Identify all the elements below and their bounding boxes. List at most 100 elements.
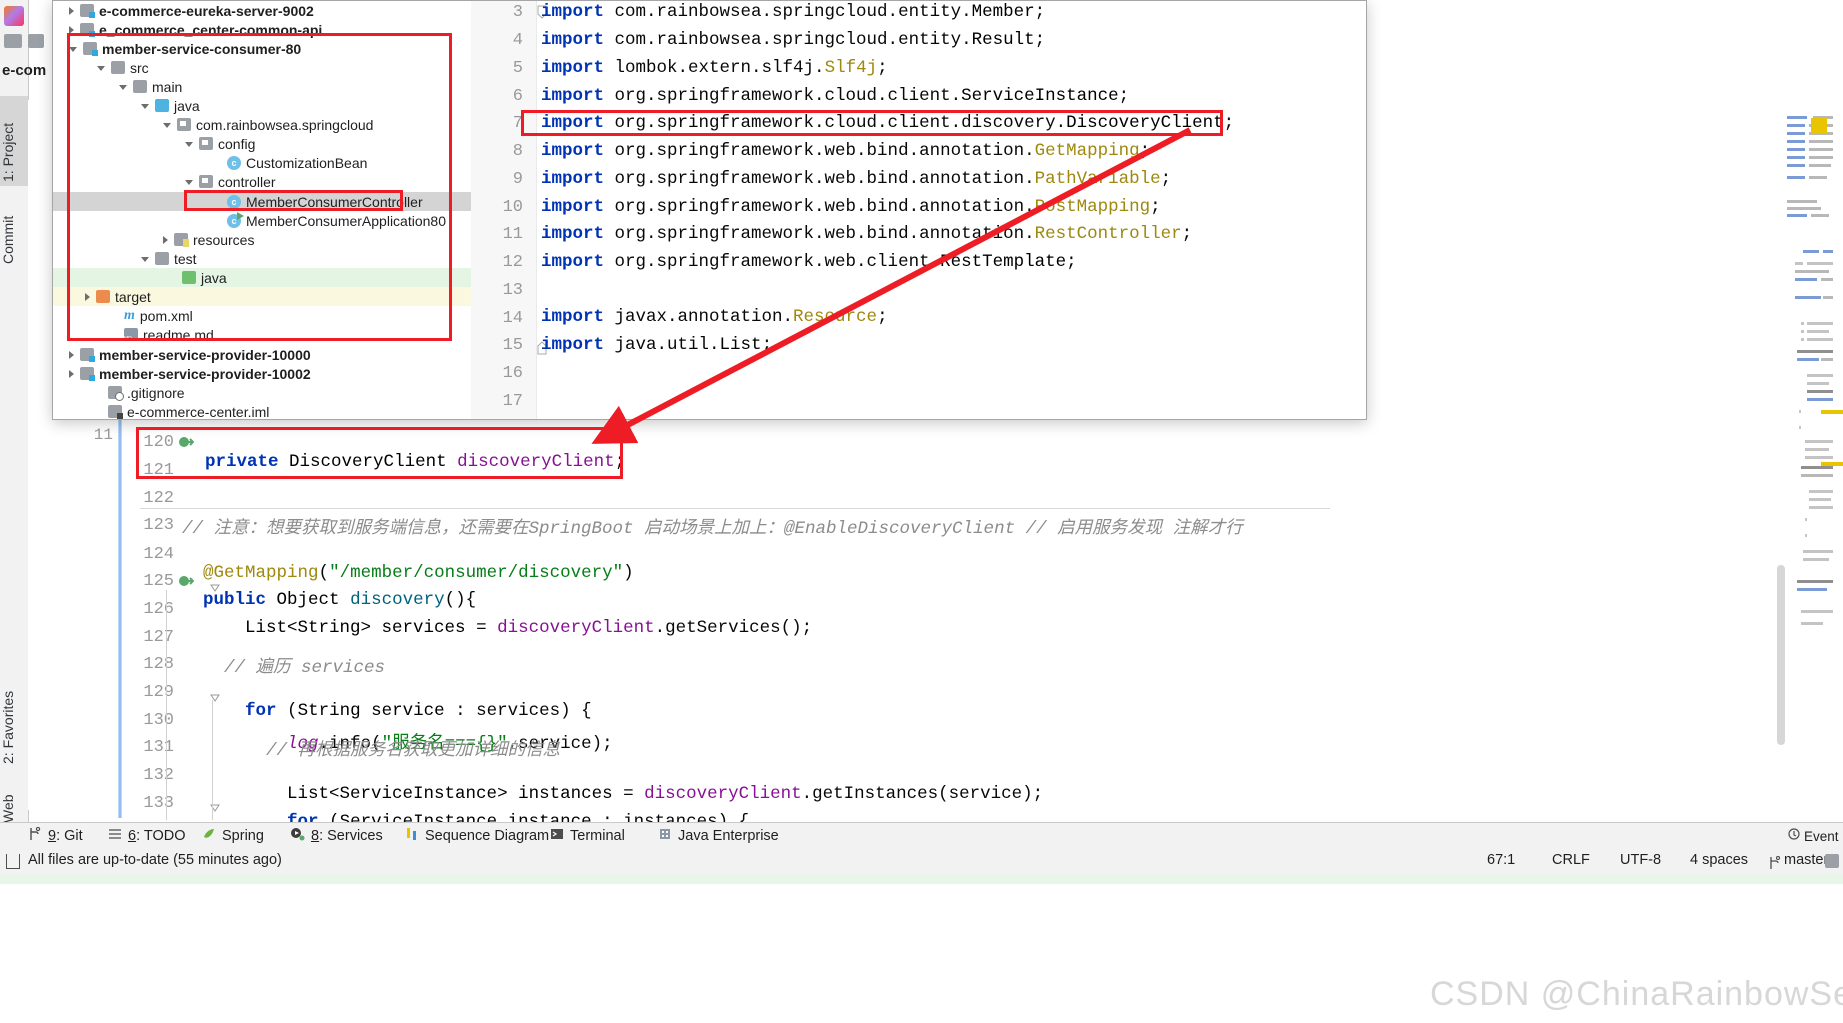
indent-setting[interactable]: 4 spaces xyxy=(1690,852,1748,868)
tree-node-java-main[interactable]: java xyxy=(141,96,200,115)
chevron-down-icon[interactable] xyxy=(185,142,193,147)
bottom-tab-sequence-label: Sequence Diagram xyxy=(425,828,550,844)
open-folder-icon[interactable] xyxy=(4,34,22,48)
tree-node-label: .gitignore xyxy=(127,384,185,401)
chevron-down-icon[interactable] xyxy=(141,257,149,262)
bottom-tab-services[interactable]: 8: Services xyxy=(290,827,383,845)
caret-position[interactable]: 67:1 xyxy=(1487,852,1515,868)
tree-node-label: target xyxy=(115,288,151,305)
chevron-right-icon[interactable] xyxy=(69,25,74,34)
line-separator[interactable]: CRLF xyxy=(1552,852,1590,868)
lock-icon[interactable] xyxy=(1825,854,1839,868)
tree-node-label: java xyxy=(174,97,200,114)
tree-node-controller[interactable]: controller xyxy=(185,172,276,191)
chevron-down-icon[interactable] xyxy=(141,104,149,109)
bottom-tab-spring[interactable]: Spring xyxy=(202,827,264,845)
tree-node-label: e-commerce-center.iml xyxy=(127,403,270,420)
code-comment-line: // 遍历 services xyxy=(140,658,386,678)
popup-line-number: 4 xyxy=(512,31,523,50)
tree-node-member-consumer-controller[interactable]: c MemberConsumerController xyxy=(216,192,423,211)
sidebar-tab-web[interactable]: Web xyxy=(0,775,28,827)
tree-node-package-root[interactable]: com.rainbowsea.springcloud xyxy=(163,115,373,134)
background-line-number: 11 xyxy=(93,426,113,444)
tree-node-label: e_commerce_center-common-api xyxy=(99,21,323,38)
project-tree-panel[interactable]: e-commerce-eureka-server-9002 e_commerce… xyxy=(53,1,471,419)
spring-leaf-icon xyxy=(202,827,216,845)
tree-node-resources[interactable]: resources xyxy=(163,230,254,249)
popup-line-number: 9 xyxy=(512,170,523,189)
git-branch-icon xyxy=(28,826,42,845)
popup-line-number: 6 xyxy=(512,87,523,106)
popup-line-number: 14 xyxy=(502,309,523,328)
tree-node-common-api[interactable]: e_commerce_center-common-api xyxy=(69,20,322,39)
chevron-down-icon[interactable] xyxy=(119,85,127,90)
java-runnable-class-icon: c xyxy=(227,211,244,228)
tree-node-provider-10002[interactable]: member-service-provider-10002 xyxy=(69,364,311,383)
popup-code-line: import org.springframework.web.bind.anno… xyxy=(541,224,1193,244)
tree-node-iml[interactable]: e-commerce-center.iml xyxy=(97,402,270,420)
tree-node-eureka-server[interactable]: e-commerce-eureka-server-9002 xyxy=(69,1,314,20)
tree-node-gitignore[interactable]: .gitignore xyxy=(97,383,185,402)
popup-code-line: import java.util.List; xyxy=(541,335,773,355)
tree-node-main[interactable]: main xyxy=(119,77,182,96)
tree-node-java-test[interactable]: java xyxy=(171,268,227,287)
popup-line-number: 16 xyxy=(502,364,523,383)
bottom-tab-git[interactable]: 9: Git xyxy=(28,826,83,845)
chevron-right-icon[interactable] xyxy=(69,369,74,378)
tree-node-test[interactable]: test xyxy=(141,249,197,268)
sidebar-tab-project[interactable]: 1: Project xyxy=(0,96,28,186)
tree-node-provider-10000[interactable]: member-service-provider-10000 xyxy=(69,345,311,364)
chevron-down-icon[interactable] xyxy=(97,66,105,71)
bottom-tab-terminal[interactable]: Terminal xyxy=(550,827,625,845)
watermark-text: CSDN @ChinaRainbowSea xyxy=(1430,975,1843,1013)
error-stripe-warning-marker[interactable] xyxy=(1811,118,1827,134)
popup-code-pane[interactable]: 3 4 5 6 7 8 9 10 11 12 13 14 15 16 17 im… xyxy=(471,1,1366,419)
editor-minimap[interactable] xyxy=(1787,110,1833,810)
module-icon xyxy=(80,4,95,18)
chevron-right-icon[interactable] xyxy=(69,350,74,359)
tree-node-label: resources xyxy=(193,231,255,248)
sidebar-tab-favorites[interactable]: 2: Favorites xyxy=(0,650,28,768)
tree-node-label: test xyxy=(174,250,197,267)
tree-node-target[interactable]: target xyxy=(85,287,151,306)
sidebar-tab-commit[interactable]: Commit xyxy=(0,190,28,268)
tree-node-src[interactable]: src xyxy=(97,58,149,77)
chevron-right-icon[interactable] xyxy=(69,6,74,15)
chevron-right-icon[interactable] xyxy=(163,235,168,244)
event-log-button[interactable]: Event xyxy=(1788,828,1839,844)
tree-node-member-service-consumer-80[interactable]: member-service-consumer-80 xyxy=(69,39,301,58)
tree-node-pom-xml[interactable]: m pom.xml xyxy=(113,306,193,325)
popup-line-number: 15 xyxy=(502,336,523,355)
git-branch-name[interactable]: master xyxy=(1784,852,1828,868)
tree-node-customization-bean[interactable]: c CustomizationBean xyxy=(216,153,367,172)
resources-folder-icon xyxy=(174,233,189,247)
popup-line-number: 12 xyxy=(502,253,523,272)
tree-node-member-consumer-application80[interactable]: c MemberConsumerApplication80 xyxy=(216,211,446,230)
bottom-tab-todo[interactable]: 6: TODO xyxy=(108,827,186,845)
popup-code-line: import com.rainbowsea.springcloud.entity… xyxy=(541,2,1046,22)
file-encoding[interactable]: UTF-8 xyxy=(1620,852,1661,868)
chevron-down-icon[interactable] xyxy=(163,123,171,128)
tree-node-readme-md[interactable]: readme.md xyxy=(113,325,214,344)
bottom-tab-terminal-label: Terminal xyxy=(570,828,625,844)
floating-preview-window[interactable]: Commit e-commerce-eureka-server-9002 e_c… xyxy=(52,0,1367,420)
chevron-right-icon[interactable] xyxy=(85,292,90,301)
save-all-icon[interactable] xyxy=(28,34,44,48)
code-line: List<String> services = discoveryClient.… xyxy=(203,618,813,638)
chevron-down-icon[interactable] xyxy=(69,47,77,52)
popup-code-line: import javax.annotation.Resource; xyxy=(541,307,888,327)
tree-node-label: member-service-provider-10000 xyxy=(99,346,311,363)
java-enterprise-icon xyxy=(658,827,672,845)
bottom-tab-sequence-diagram[interactable]: Sequence Diagram xyxy=(405,827,549,845)
bottom-tab-java-enterprise[interactable]: Java Enterprise xyxy=(658,827,779,845)
package-icon xyxy=(199,137,213,150)
tree-node-label: e-commerce-eureka-server-9002 xyxy=(99,2,314,19)
status-message: All files are up-to-date (55 minutes ago… xyxy=(28,852,282,868)
source-folder-icon xyxy=(155,99,169,112)
popup-code-line: import com.rainbowsea.springcloud.entity… xyxy=(541,30,1046,50)
chevron-down-icon[interactable] xyxy=(185,180,193,185)
editor-scrollbar-thumb[interactable] xyxy=(1777,565,1785,745)
module-icon xyxy=(80,23,95,37)
code-line: private DiscoveryClient discoveryClient; xyxy=(205,452,626,472)
tree-node-config[interactable]: config xyxy=(185,134,255,153)
